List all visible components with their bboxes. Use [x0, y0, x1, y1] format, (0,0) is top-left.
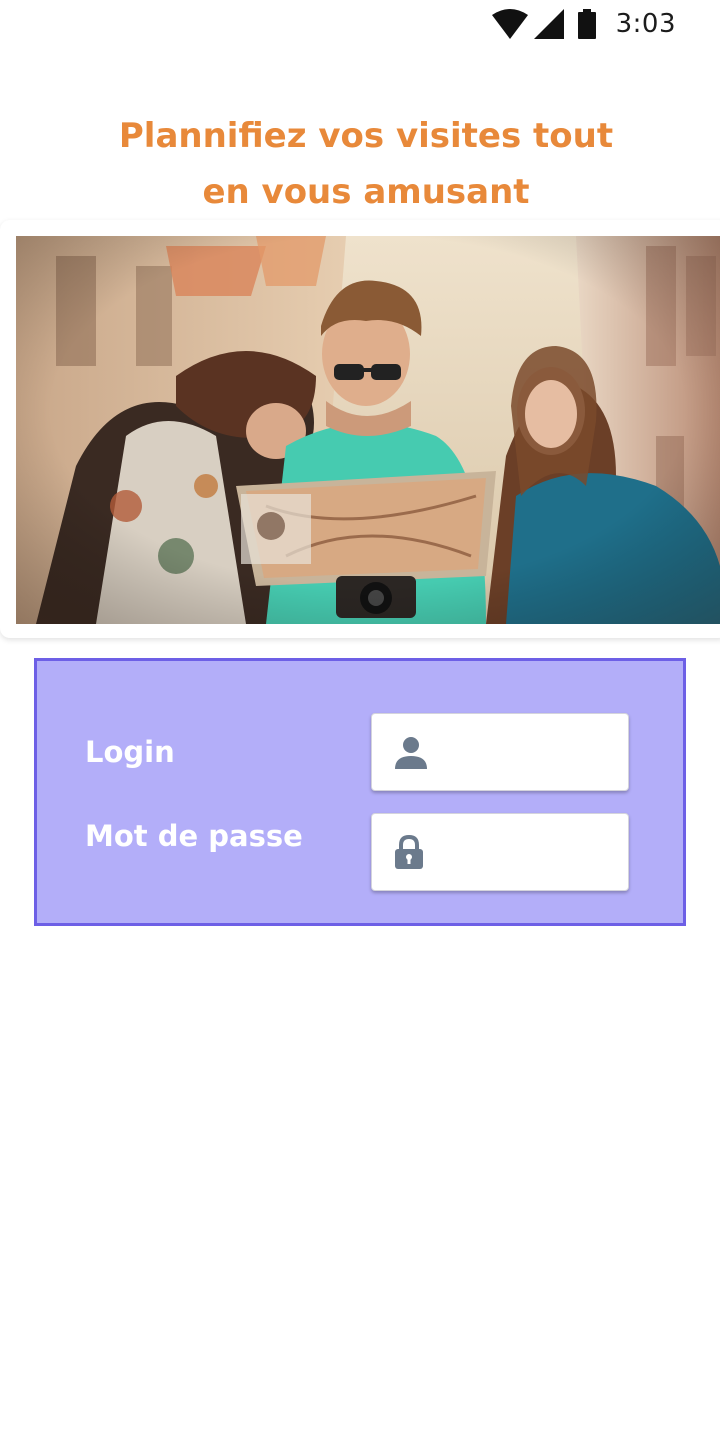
- login-label: Login: [85, 735, 175, 769]
- password-field[interactable]: [371, 813, 712, 891]
- password-label: Mot de passe: [85, 819, 303, 853]
- page-title: Plannifiez vos visites tout en vous amus…: [118, 116, 614, 212]
- password-input[interactable]: [434, 821, 712, 883]
- login-field[interactable]: [371, 713, 716, 791]
- battery-icon: [577, 9, 596, 39]
- user-icon: [394, 734, 428, 770]
- login-input[interactable]: [438, 721, 716, 783]
- cellular-signal-icon: [533, 9, 564, 39]
- status-bar: 3:03: [0, 0, 720, 48]
- wifi-icon: [491, 9, 528, 39]
- travelers-with-map-photo: [16, 236, 720, 624]
- status-time: 3:03: [615, 9, 676, 39]
- login-form: Login Mot de passe: [34, 658, 716, 926]
- lock-icon: [394, 834, 424, 870]
- login-screen: 3:03 Plannifiez vos visites tout en vous…: [0, 0, 720, 1440]
- status-icons: 3:03: [491, 8, 676, 40]
